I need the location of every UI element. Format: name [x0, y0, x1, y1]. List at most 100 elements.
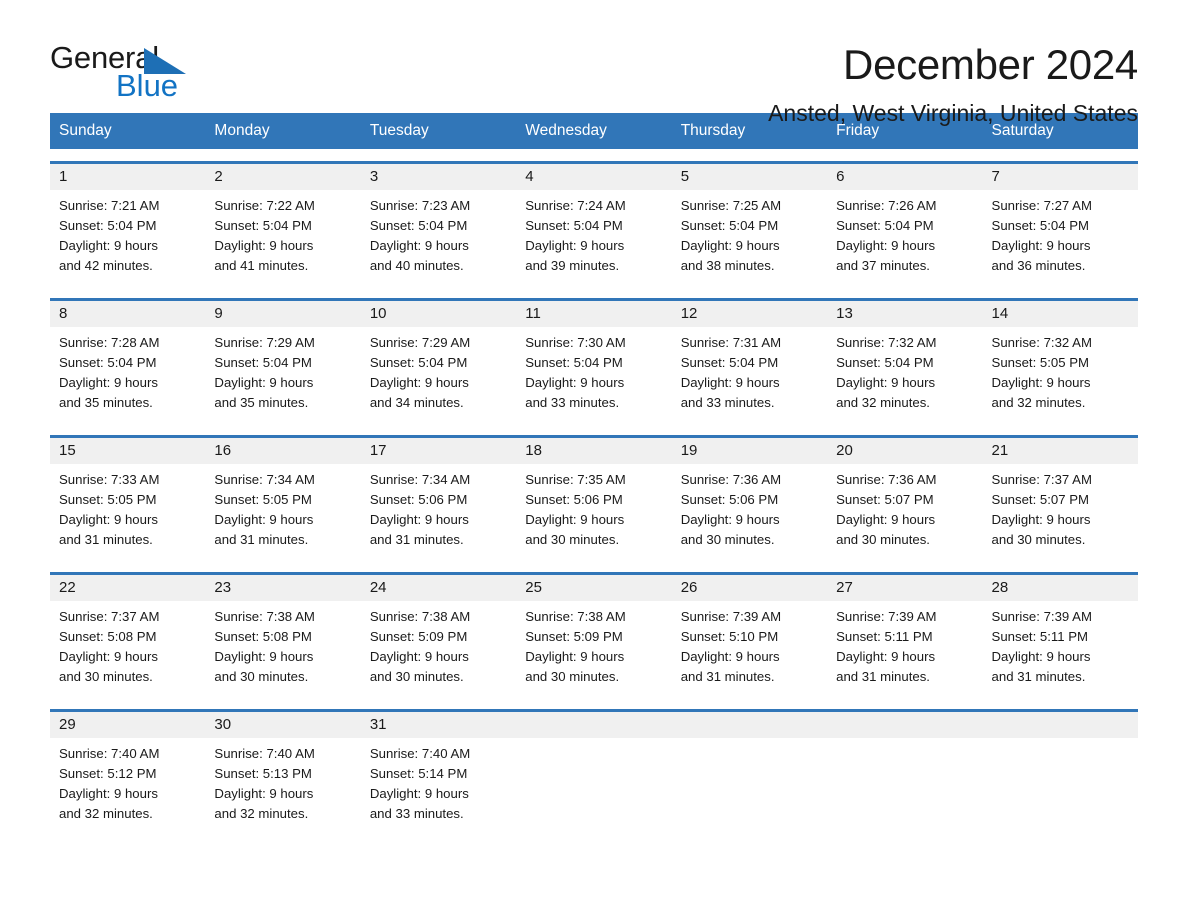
calendar-day-cell[interactable]: 28 Sunrise: 7:39 AM Sunset: 5:11 PM Dayli… [983, 575, 1138, 697]
day-sun-info: Sunrise: 7:28 AM Sunset: 5:04 PM Dayligh… [59, 335, 160, 411]
day-number: 23 [214, 579, 232, 597]
calendar-day-cell[interactable]: 6 Sunrise: 7:26 AM Sunset: 5:04 PM Daylig… [827, 164, 982, 286]
day-sun-info: Sunrise: 7:36 AM Sunset: 5:06 PM Dayligh… [680, 472, 782, 548]
calendar-week-row: 15 Sunrise: 7:33 AM Sunset: 5:05 PM Dayli… [50, 435, 1138, 560]
day-number: 31 [369, 716, 387, 734]
day-number: 28 [991, 579, 1009, 597]
day-number: 29 [59, 716, 76, 734]
day-number [525, 712, 662, 738]
calendar-day-cell[interactable]: 26 Sunrise: 7:39 AM Sunset: 5:10 PM Dayli… [672, 575, 827, 697]
day-sun-info: Sunrise: 7:23 AM Sunset: 5:04 PM Dayligh… [369, 198, 471, 274]
calendar-day-cell[interactable]: 27 Sunrise: 7:39 AM Sunset: 5:11 PM Dayli… [827, 575, 982, 697]
logo-text-blue: Blue [116, 68, 179, 103]
day-number: 21 [991, 442, 1009, 460]
day-sun-info: Sunrise: 7:36 AM Sunset: 5:07 PM Dayligh… [836, 472, 937, 548]
day-number: 19 [680, 442, 698, 460]
page-header: General Blue December 2024 Ansted, West … [50, 0, 1138, 126]
calendar-day-cell[interactable]: 1 Sunrise: 7:21 AM Sunset: 5:04 PM Daylig… [50, 164, 205, 286]
day-number: 2 [214, 168, 223, 186]
calendar-day-cell[interactable]: 10 Sunrise: 7:29 AM Sunset: 5:04 PM Dayli… [361, 301, 516, 423]
calendar-day-cell-empty [983, 712, 1138, 834]
calendar-day-cell[interactable]: 15 Sunrise: 7:33 AM Sunset: 5:05 PM Dayli… [50, 438, 205, 560]
weekday-header-thursday: Thursday [680, 122, 746, 139]
calendar-day-cell[interactable]: 9 Sunrise: 7:29 AM Sunset: 5:04 PM Daylig… [205, 301, 360, 423]
calendar-day-cell[interactable]: 18 Sunrise: 7:35 AM Sunset: 5:06 PM Dayli… [516, 438, 671, 560]
calendar-week-row: 1 Sunrise: 7:21 AM Sunset: 5:04 PM Daylig… [50, 161, 1138, 286]
day-sun-info: Sunrise: 7:39 AM Sunset: 5:10 PM Dayligh… [680, 609, 782, 685]
day-number [681, 712, 818, 738]
weekday-header-wednesday: Wednesday [525, 122, 607, 139]
calendar-day-cell[interactable]: 23 Sunrise: 7:38 AM Sunset: 5:08 PM Dayli… [205, 575, 360, 697]
day-number: 1 [59, 168, 68, 186]
calendar-day-cell[interactable]: 4 Sunrise: 7:24 AM Sunset: 5:04 PM Daylig… [516, 164, 671, 286]
calendar-day-cell[interactable]: 14 Sunrise: 7:32 AM Sunset: 5:05 PM Dayli… [983, 301, 1138, 423]
calendar-table: Sunday Monday Tuesday Wednesday Thursday… [50, 113, 1138, 834]
page-title: December 2024 [843, 41, 1138, 88]
day-sun-info: Sunrise: 7:32 AM Sunset: 5:04 PM Dayligh… [836, 335, 937, 411]
calendar-day-cell[interactable]: 30 Sunrise: 7:40 AM Sunset: 5:13 PM Dayli… [205, 712, 360, 834]
calendar-day-cell[interactable]: 21 Sunrise: 7:37 AM Sunset: 5:07 PM Dayli… [983, 438, 1138, 560]
day-sun-info: Sunrise: 7:29 AM Sunset: 5:04 PM Dayligh… [214, 335, 315, 411]
day-sun-info: Sunrise: 7:25 AM Sunset: 5:04 PM Dayligh… [680, 198, 782, 274]
calendar-day-cell[interactable]: 13 Sunrise: 7:32 AM Sunset: 5:04 PM Dayli… [827, 301, 982, 423]
day-sun-info: Sunrise: 7:27 AM Sunset: 5:04 PM Dayligh… [991, 198, 1092, 274]
calendar-day-cell-empty [827, 712, 982, 834]
day-number: 12 [680, 305, 698, 323]
day-number: 15 [59, 442, 76, 460]
day-sun-info: Sunrise: 7:32 AM Sunset: 5:05 PM Dayligh… [991, 335, 1092, 411]
day-number: 17 [369, 442, 387, 460]
day-number: 6 [836, 168, 845, 186]
calendar-day-cell[interactable]: 29 Sunrise: 7:40 AM Sunset: 5:12 PM Dayli… [50, 712, 205, 834]
day-number: 14 [991, 305, 1009, 323]
weekday-header-tuesday: Tuesday [369, 122, 429, 139]
day-sun-info: Sunrise: 7:40 AM Sunset: 5:14 PM Dayligh… [369, 746, 471, 822]
day-number: 9 [214, 305, 223, 323]
day-number: 20 [836, 442, 853, 460]
calendar-day-cell[interactable]: 5 Sunrise: 7:25 AM Sunset: 5:04 PM Daylig… [672, 164, 827, 286]
calendar-day-cell-empty [672, 712, 827, 834]
day-number: 11 [525, 305, 541, 323]
day-number [992, 712, 1129, 738]
calendar-day-cell[interactable]: 22 Sunrise: 7:37 AM Sunset: 5:08 PM Dayli… [50, 575, 205, 697]
calendar-day-cell-empty [516, 712, 671, 834]
day-number: 3 [369, 168, 379, 186]
calendar-day-cell[interactable]: 16 Sunrise: 7:34 AM Sunset: 5:05 PM Dayli… [205, 438, 360, 560]
day-number: 24 [369, 579, 387, 597]
calendar-week-row: 8 Sunrise: 7:28 AM Sunset: 5:04 PM Daylig… [50, 298, 1138, 423]
calendar-day-cell[interactable]: 8 Sunrise: 7:28 AM Sunset: 5:04 PM Daylig… [50, 301, 205, 423]
calendar-day-cell[interactable]: 24 Sunrise: 7:38 AM Sunset: 5:09 PM Dayli… [361, 575, 516, 697]
day-number [836, 712, 973, 738]
calendar-day-cell[interactable]: 7 Sunrise: 7:27 AM Sunset: 5:04 PM Daylig… [983, 164, 1138, 286]
calendar-day-cell[interactable]: 19 Sunrise: 7:36 AM Sunset: 5:06 PM Dayli… [672, 438, 827, 560]
calendar-week-row: 22 Sunrise: 7:37 AM Sunset: 5:08 PM Dayli… [50, 572, 1138, 697]
day-sun-info: Sunrise: 7:34 AM Sunset: 5:06 PM Dayligh… [369, 472, 471, 548]
calendar-day-cell[interactable]: 17 Sunrise: 7:34 AM Sunset: 5:06 PM Dayli… [361, 438, 516, 560]
calendar-day-cell[interactable]: 25 Sunrise: 7:38 AM Sunset: 5:09 PM Dayli… [516, 575, 671, 697]
day-number: 22 [59, 579, 76, 597]
day-sun-info: Sunrise: 7:30 AM Sunset: 5:04 PM Dayligh… [525, 335, 626, 411]
day-sun-info: Sunrise: 7:34 AM Sunset: 5:05 PM Dayligh… [214, 472, 315, 548]
weekday-header-friday: Friday [836, 122, 880, 139]
day-sun-info: Sunrise: 7:21 AM Sunset: 5:04 PM Dayligh… [59, 198, 160, 274]
calendar-page: General Blue December 2024 Ansted, West … [0, 0, 1188, 918]
calendar-day-cell[interactable]: 31 Sunrise: 7:40 AM Sunset: 5:14 PM Dayli… [361, 712, 516, 834]
general-blue-logo: General Blue [50, 42, 195, 108]
calendar-day-cell[interactable]: 11 Sunrise: 7:30 AM Sunset: 5:04 PM Dayli… [516, 301, 671, 423]
day-sun-info: Sunrise: 7:26 AM Sunset: 5:04 PM Dayligh… [836, 198, 937, 274]
calendar-day-cell[interactable]: 3 Sunrise: 7:23 AM Sunset: 5:04 PM Daylig… [361, 164, 516, 286]
day-number: 25 [525, 579, 542, 597]
calendar-day-cell[interactable]: 12 Sunrise: 7:31 AM Sunset: 5:04 PM Dayli… [672, 301, 827, 423]
day-sun-info: Sunrise: 7:33 AM Sunset: 5:05 PM Dayligh… [59, 472, 160, 548]
weekday-header-row: Sunday Monday Tuesday Wednesday Thursday… [50, 113, 1138, 150]
day-sun-info: Sunrise: 7:31 AM Sunset: 5:04 PM Dayligh… [680, 335, 782, 411]
calendar-week-row: 29 Sunrise: 7:40 AM Sunset: 5:12 PM Dayli… [50, 709, 1138, 834]
day-number: 26 [680, 579, 698, 597]
day-sun-info: Sunrise: 7:38 AM Sunset: 5:08 PM Dayligh… [214, 609, 315, 685]
calendar-day-cell[interactable]: 2 Sunrise: 7:22 AM Sunset: 5:04 PM Daylig… [205, 164, 360, 286]
day-number: 16 [214, 442, 232, 460]
day-number: 10 [369, 305, 387, 323]
calendar-day-cell[interactable]: 20 Sunrise: 7:36 AM Sunset: 5:07 PM Dayli… [827, 438, 982, 560]
day-number: 27 [836, 579, 853, 597]
day-number: 7 [991, 168, 1000, 186]
day-number: 30 [214, 716, 232, 734]
